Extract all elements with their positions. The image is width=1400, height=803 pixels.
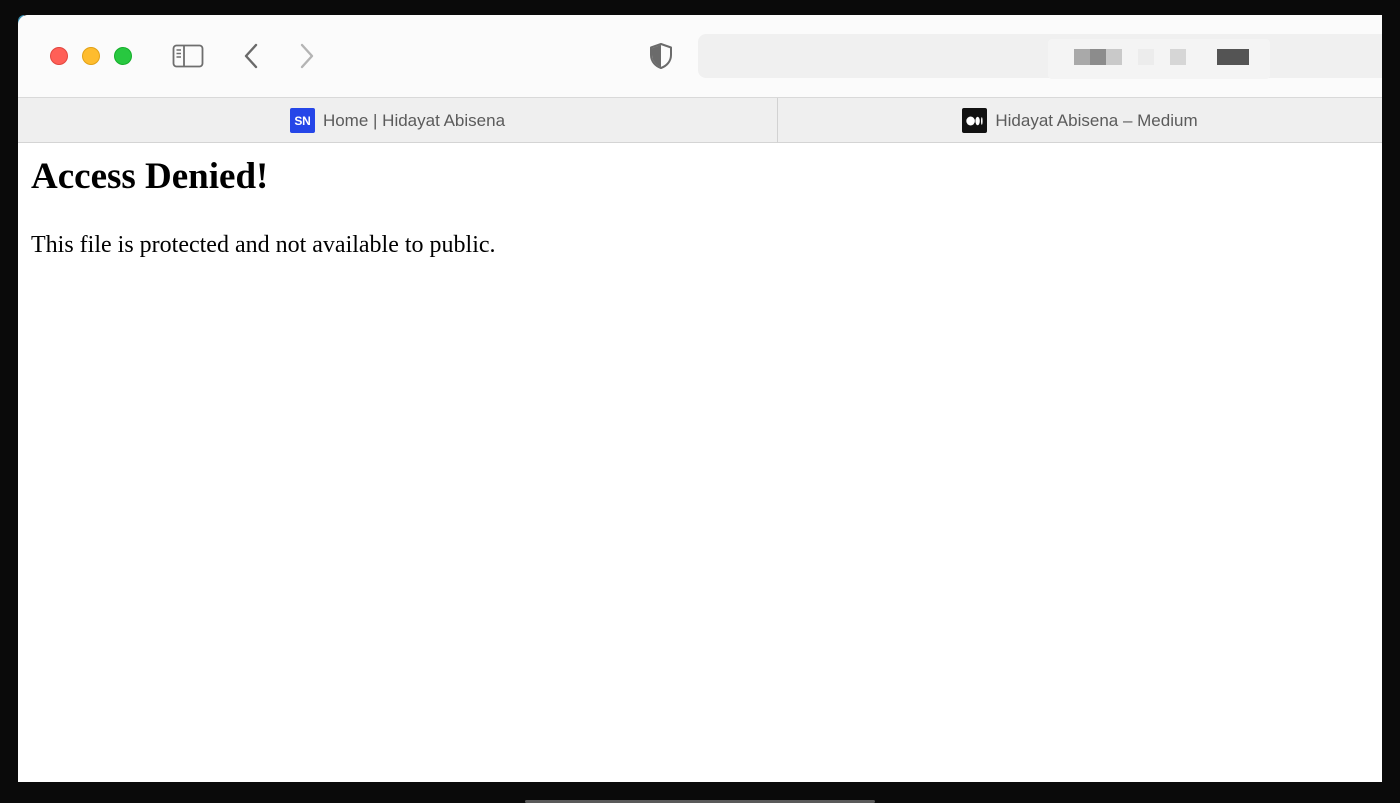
page-content: Access Denied! This file is protected an… (18, 144, 1382, 782)
sn-favicon-icon: SN (289, 108, 315, 133)
sidebar-toggle-icon (172, 44, 204, 68)
back-button[interactable] (236, 39, 266, 73)
close-window-button[interactable] (50, 47, 68, 65)
privacy-shield-icon (650, 43, 672, 69)
tab-label: Home | Hidayat Abisena (322, 110, 506, 130)
browser-toolbar (18, 15, 1382, 98)
address-bar[interactable] (698, 34, 1382, 78)
redacted-url (1048, 39, 1270, 79)
maximize-window-button[interactable] (114, 47, 132, 65)
tab-home[interactable]: SN Home | Hidayat Abisena (18, 98, 778, 143)
forward-button[interactable] (292, 39, 322, 73)
back-chevron-icon (244, 43, 258, 69)
page-title: Access Denied! (31, 156, 269, 197)
sidebar-toggle-button[interactable] (168, 41, 208, 71)
tab-label: Hidayat Abisena – Medium (995, 110, 1198, 130)
privacy-report-button[interactable] (646, 41, 676, 71)
tab-bar: SN Home | Hidayat Abisena Hidayat Abisen… (18, 98, 1382, 143)
browser-window: SN Home | Hidayat Abisena Hidayat Abisen… (18, 15, 1382, 782)
minimize-window-button[interactable] (82, 47, 100, 65)
forward-chevron-icon (300, 43, 314, 69)
tab-medium[interactable]: Hidayat Abisena – Medium (778, 98, 1382, 143)
medium-logo-icon (962, 108, 988, 133)
screen-frame: SN Home | Hidayat Abisena Hidayat Abisen… (0, 0, 1400, 803)
error-message: This file is protected and not available… (31, 232, 496, 258)
